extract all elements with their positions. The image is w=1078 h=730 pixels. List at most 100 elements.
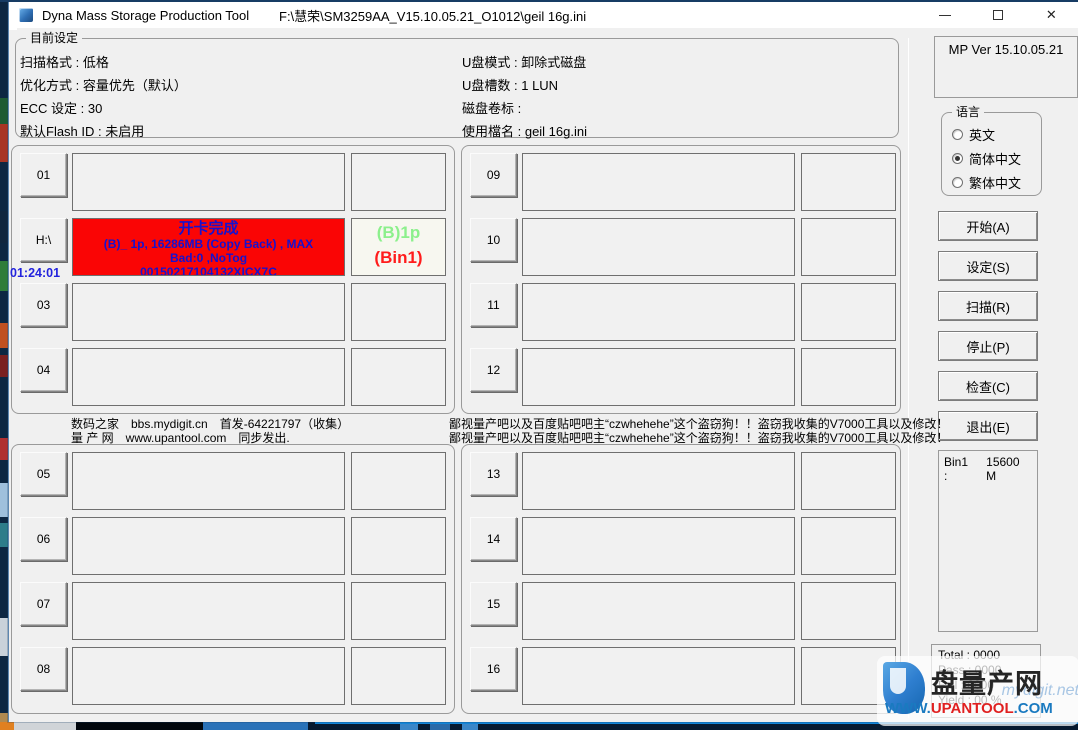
slot-status-box [522,452,795,510]
slot-row-03: 03 [12,281,454,346]
slot-group-bottom-right: 13 14 15 16 [461,444,901,714]
window-top-accent [0,0,1078,2]
stop-button[interactable]: 停止(P) [938,331,1038,361]
mp-version-text: MP Ver 15.10.05.21 [949,42,1064,57]
slot-row-10: 10 [462,216,900,281]
bin-info-box: Bin1 : 15600 M [938,450,1038,632]
watermark-url: WWW.UPANTOOL.COM [885,700,1053,717]
panel-divider [908,38,909,718]
slot-button-14[interactable]: 14 [470,517,517,561]
slot-row-13: 13 [462,450,900,515]
slot-button-09[interactable]: 09 [470,153,517,197]
slot-button-16[interactable]: 16 [470,647,517,691]
url-www: WWW. [885,700,931,717]
slot-result-box [351,452,446,510]
slot-button-11[interactable]: 11 [470,283,517,327]
url-com: .COM [1014,700,1053,717]
start-button[interactable]: 开始(A) [938,211,1038,241]
settings-legend: 目前设定 [26,31,82,45]
slot-status-box [72,283,345,341]
slot-result-box [351,153,446,211]
slot-status-box [522,582,795,640]
bin-label: Bin1 : [944,455,974,483]
exit-button[interactable]: 退出(E) [938,411,1038,441]
slot-result-box [351,517,446,575]
ecc-setting-line: ECC 设定 : 30 [20,97,187,120]
settings-button[interactable]: 设定(S) [938,251,1038,281]
slot-row-11: 11 [462,281,900,346]
status-line: Bad:0 ,NoTog [73,251,344,265]
check-button[interactable]: 检查(C) [938,371,1038,401]
radio-english[interactable]: 英文 [952,125,1041,143]
slot-button-08[interactable]: 08 [20,647,67,691]
url-upantool: UPANTOOL [931,700,1014,717]
slot-status-box [72,153,345,211]
slot-row-14: 14 [462,515,900,580]
scan-button[interactable]: 扫描(R) [938,291,1038,321]
slot-button-06[interactable]: 06 [20,517,67,561]
slot-elapsed-time: 01:24:01 [10,266,60,280]
slot-status-box [522,153,795,211]
slot-group-top-right: 09 10 11 12 [461,145,901,414]
desktop-background-strip [0,28,8,722]
slot-status-box [522,283,795,341]
slot-status-box [522,218,795,276]
slot-status-box [72,452,345,510]
slot-button-15[interactable]: 15 [470,582,517,626]
slot-status-box [72,348,345,406]
slot-result-box [351,647,446,705]
slot-group-top-left: 01 H:\ 01:24:01 开卡完成(B)_ 1p, 16286MB (Copy … [11,145,455,414]
slot-status-box [522,647,795,705]
slot-status-box [72,517,345,575]
minimize-button[interactable] [930,4,960,26]
client-area: 目前设定 扫描格式 : 低格 优化方式 : 容量优先（默认） ECC 设定 : … [9,28,1078,722]
slot-row-12: 12 [462,346,900,411]
result-bin-red: (Bin1) [352,246,445,270]
radio-traditional-chinese[interactable]: 繁体中文 [952,173,1041,191]
slot-button-01[interactable]: 01 [20,153,67,197]
titlebar: Dyna Mass Storage Production Tool F:\慧荣\… [9,2,1078,28]
default-flashid-line: 默认Flash ID : 未启用 [20,120,187,143]
maximize-button[interactable] [983,4,1013,26]
radio-label: 英文 [969,125,995,144]
slot-status-box [522,348,795,406]
slot-button-10[interactable]: 10 [470,218,517,262]
language-legend: 语言 [952,105,984,119]
radio-simplified-chinese[interactable]: 简体中文 [952,149,1041,167]
mp-version-box: MP Ver 15.10.05.21 [934,36,1078,98]
volume-label-line: 磁盘卷标 : [462,97,587,120]
notice-2-left: 量 产 网 www.upantool.com 同步发出. [71,429,290,446]
radio-label: 简体中文 [969,149,1021,168]
slot-button-13[interactable]: 13 [470,452,517,496]
slot-result-box [801,452,896,510]
bin-value: 15600 M [986,455,1032,483]
slot-result-box [351,582,446,640]
scan-format-line: 扫描格式 : 低格 [20,51,187,74]
slot-status-box [72,647,345,705]
slot-group-bottom-left: 05 06 07 08 [11,444,455,714]
slot-row-15: 15 [462,580,900,645]
slot-status-box: 开卡完成(B)_ 1p, 16286MB (Copy Back) , MAXBa… [72,218,345,276]
slot-row-06: 06 [12,515,454,580]
app-icon [19,8,33,22]
slot-row-08: 08 [12,645,454,710]
current-settings-group: 目前设定 扫描格式 : 低格 优化方式 : 容量优先（默认） ECC 设定 : … [15,38,899,138]
slot-button-H:\[interactable]: H:\ [20,218,67,262]
slot-status-box [72,582,345,640]
slot-button-04[interactable]: 04 [20,348,67,392]
slot-result-box [801,218,896,276]
slot-result-box [801,348,896,406]
radio-icon [952,153,963,164]
upantool-watermark: mydigit.net 盘量产网 WWW.UPANTOOL.COM [877,656,1078,726]
slot-button-12[interactable]: 12 [470,348,517,392]
slot-status-box [522,517,795,575]
slot-row-09: 09 [462,151,900,216]
slot-result-box [801,283,896,341]
slot-button-05[interactable]: 05 [20,452,67,496]
close-button[interactable]: ✕ [1036,4,1066,26]
status-line: (B)_ 1p, 16286MB (Copy Back) , MAX [73,237,344,251]
slot-result-box [801,582,896,640]
slot-button-03[interactable]: 03 [20,283,67,327]
slot-button-07[interactable]: 07 [20,582,67,626]
slot-result-box [351,283,446,341]
